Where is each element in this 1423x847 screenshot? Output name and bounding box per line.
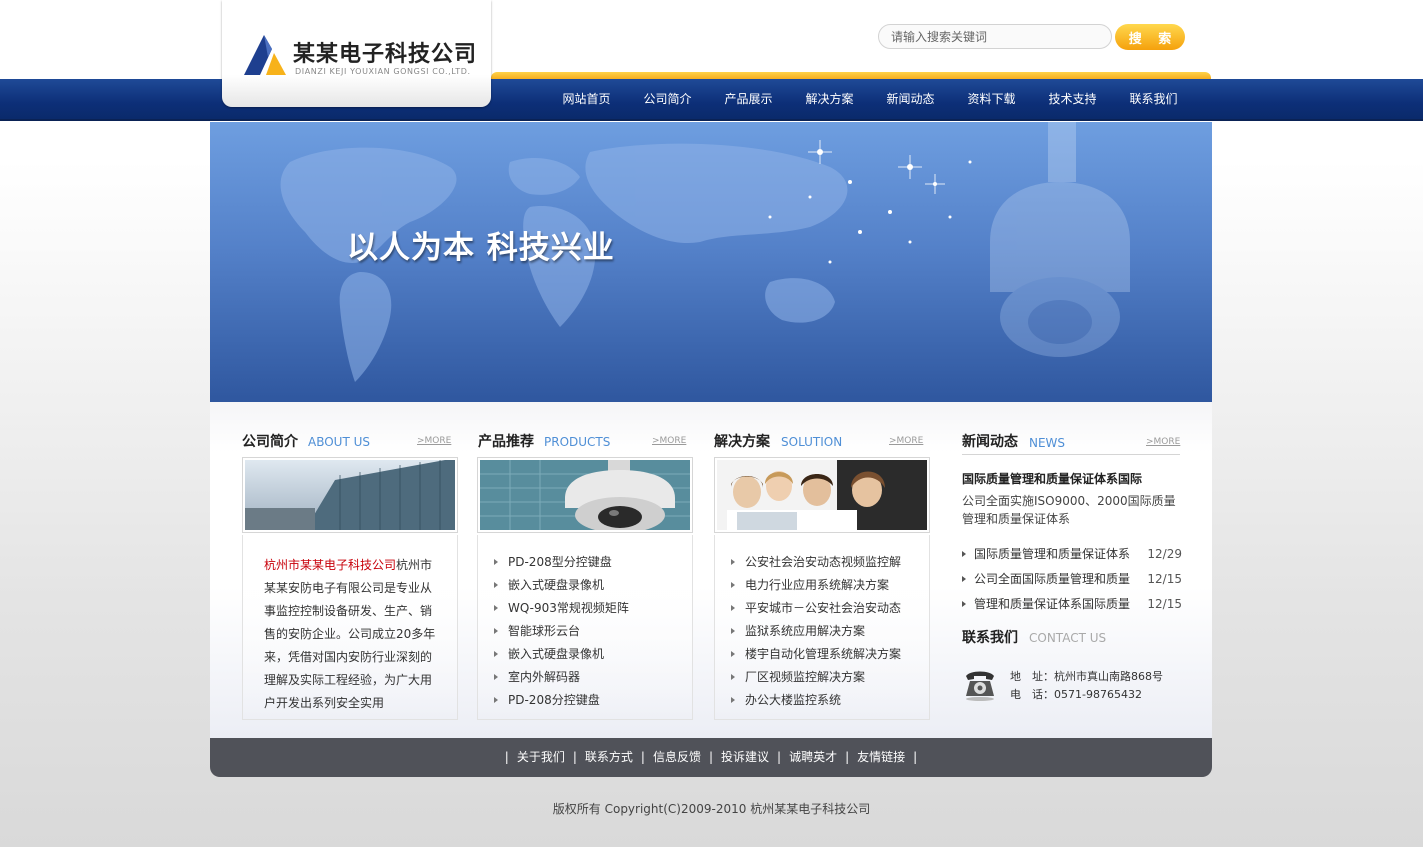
news-summary: 公司全面实施ISO9000、2000国际质量管理和质量保证体系 (962, 494, 1176, 526)
news-item-title: 管理和质量保证体系国际质量 (974, 597, 1131, 611)
solutions-title: 解决方案 (714, 434, 770, 450)
footer-link-jobs[interactable]: 诚聘英才 (789, 738, 837, 777)
list-item[interactable]: 厂区视频监控解决方案 (729, 666, 901, 689)
news-item-date: 12/15 (1147, 597, 1182, 611)
header: 某某电子科技公司 DIANZI KEJI YOUXIAN GONGSI CO.,… (0, 0, 1423, 122)
nav-item-about[interactable]: 公司简介 (627, 79, 708, 119)
nav-item-solutions[interactable]: 解决方案 (789, 79, 870, 119)
about-title: 公司简介 (242, 434, 298, 450)
list-item[interactable]: 公司全面国际质量管理和质量 12/15 (960, 567, 1182, 592)
products-title: 产品推荐 (478, 434, 534, 450)
list-item[interactable]: 平安城市－公安社会治安动态 (729, 597, 901, 620)
about-more-link[interactable]: >MORE (417, 436, 451, 446)
contact-info: 地 址：杭州市真山南路868号 电 话：0571-98765432 (1010, 668, 1163, 704)
solutions-list: 公安社会治安动态视频监控解 电力行业应用系统解决方案 平安城市－公安社会治安动态… (729, 551, 901, 712)
nav-item-contact[interactable]: 联系我们 (1113, 79, 1194, 119)
list-item[interactable]: 电力行业应用系统解决方案 (729, 574, 901, 597)
company-name: 某某电子科技公司 (293, 42, 478, 67)
list-item[interactable]: PD-208分控键盘 (492, 689, 629, 712)
footer-link-about[interactable]: 关于我们 (517, 738, 565, 777)
copyright: 版权所有 Copyright(C)2009-2010 杭州某某电子科技公司 (552, 802, 871, 816)
nav-item-products[interactable]: 产品展示 (708, 79, 789, 119)
list-item[interactable]: WQ-903常规视频矩阵 (492, 597, 629, 620)
camera-silhouette (990, 122, 1130, 357)
nav-item-support[interactable]: 技术支持 (1032, 79, 1113, 119)
products-list: PD-208型分控键盘 嵌入式硬盘录像机 WQ-903常规视频矩阵 智能球形云台… (492, 551, 629, 712)
news-header: 新闻动态 NEWS >MORE (962, 431, 1180, 455)
news-item-date: 12/29 (1147, 547, 1182, 561)
contact-title-en: CONTACT US (1029, 631, 1107, 645)
about-title-en: ABOUT US (308, 435, 371, 449)
banner-slogan: 以人为本 科技兴业 (347, 230, 615, 266)
footer-link-feedback[interactable]: 信息反馈 (653, 738, 701, 777)
footer-link-complaint[interactable]: 投诉建议 (721, 738, 769, 777)
news-item-title: 国际质量管理和质量保证体系 (974, 547, 1131, 561)
footer-link-friends[interactable]: 友情链接 (857, 738, 905, 777)
list-item[interactable]: 管理和质量保证体系国际质量 12/15 (960, 592, 1182, 617)
main-nav: 网站首页 公司简介 产品展示 解决方案 新闻动态 资料下载 技术支持 联系我们 (546, 79, 1194, 119)
news-list: 国际质量管理和质量保证体系 12/29 公司全面国际质量管理和质量 12/15 管理… (960, 542, 1182, 617)
about-intro-highlight[interactable]: 杭州市某某电子科技公司 (264, 558, 396, 572)
news-headline[interactable]: 国际质量管理和质量保证体系国际 (962, 470, 1142, 487)
company-name-en: DIANZI KEJI YOUXIAN GONGSI CO.,LTD. (295, 67, 471, 76)
products-header: 产品推荐 PRODUCTS >MORE (478, 431, 688, 455)
nav-item-downloads[interactable]: 资料下载 (951, 79, 1032, 119)
news-item-title: 公司全面国际质量管理和质量 (974, 572, 1131, 586)
solutions-title-en: SOLUTION (781, 435, 843, 449)
nav-item-home[interactable]: 网站首页 (546, 79, 627, 119)
solutions-more-link[interactable]: >MORE (889, 436, 923, 446)
products-image (477, 457, 693, 533)
news-title-en: NEWS (1029, 436, 1066, 450)
address-label: 地 址： (1010, 670, 1054, 683)
solutions-header: 解决方案 SOLUTION >MORE (714, 431, 928, 455)
news-divider (962, 454, 1180, 455)
list-item[interactable]: 楼宇自动化管理系统解决方案 (729, 643, 901, 666)
news-title: 新闻动态 (962, 434, 1018, 450)
contact-title: 联系我们 (962, 630, 1018, 646)
list-item[interactable]: 公安社会治安动态视频监控解 (729, 551, 901, 574)
footer-links: | 关于我们 | 联系方式 | 信息反馈 | 投诉建议 | 诚聘英才 | 友情链接 | (497, 738, 925, 777)
news-more-link[interactable]: >MORE (1146, 437, 1180, 447)
nav-item-news[interactable]: 新闻动态 (870, 79, 951, 119)
telephone-icon (966, 671, 994, 701)
footer: | 关于我们 | 联系方式 | 信息反馈 | 投诉建议 | 诚聘英才 | 友情链接 | (210, 738, 1212, 777)
about-image (242, 457, 458, 533)
phone-value: 0571-98765432 (1054, 688, 1142, 701)
footer-link-contact[interactable]: 联系方式 (585, 738, 633, 777)
list-item[interactable]: 监狱系统应用解决方案 (729, 620, 901, 643)
list-item[interactable]: PD-208型分控键盘 (492, 551, 629, 574)
search-button[interactable]: 搜 索 (1115, 24, 1185, 50)
search-input[interactable] (878, 24, 1112, 49)
contact-header: 联系我们 CONTACT US (962, 627, 1180, 651)
list-item[interactable]: 嵌入式硬盘录像机 (492, 574, 629, 597)
products-title-en: PRODUCTS (544, 435, 611, 449)
list-item[interactable]: 办公大楼监控系统 (729, 689, 901, 712)
list-item[interactable]: 国际质量管理和质量保证体系 12/29 (960, 542, 1182, 567)
products-more-link[interactable]: >MORE (652, 436, 686, 446)
phone-label: 电 话： (1010, 688, 1054, 701)
solutions-image (714, 457, 930, 533)
logo[interactable]: 某某电子科技公司 DIANZI KEJI YOUXIAN GONGSI CO.,… (222, 0, 491, 107)
list-item[interactable]: 嵌入式硬盘录像机 (492, 643, 629, 666)
about-header: 公司简介 ABOUT US >MORE (242, 431, 452, 455)
list-item[interactable]: 智能球形云台 (492, 620, 629, 643)
logo-triangle-icon (244, 35, 286, 75)
main-content: 公司简介 ABOUT US >MORE 杭州市某某电子科技公司杭州市某某安防电子… (210, 402, 1212, 738)
list-item[interactable]: 室内外解码器 (492, 666, 629, 689)
hero-banner: 以人为本 科技兴业 (210, 122, 1212, 402)
about-intro-body: 杭州市某某安防电子有限公司是专业从事监控控制设备研发、生产、销售的安防企业。公司… (264, 558, 436, 710)
news-item-date: 12/15 (1147, 572, 1182, 586)
about-intro: 杭州市某某电子科技公司杭州市某某安防电子有限公司是专业从事监控控制设备研发、生产… (264, 554, 442, 715)
address-value: 杭州市真山南路868号 (1054, 670, 1163, 683)
